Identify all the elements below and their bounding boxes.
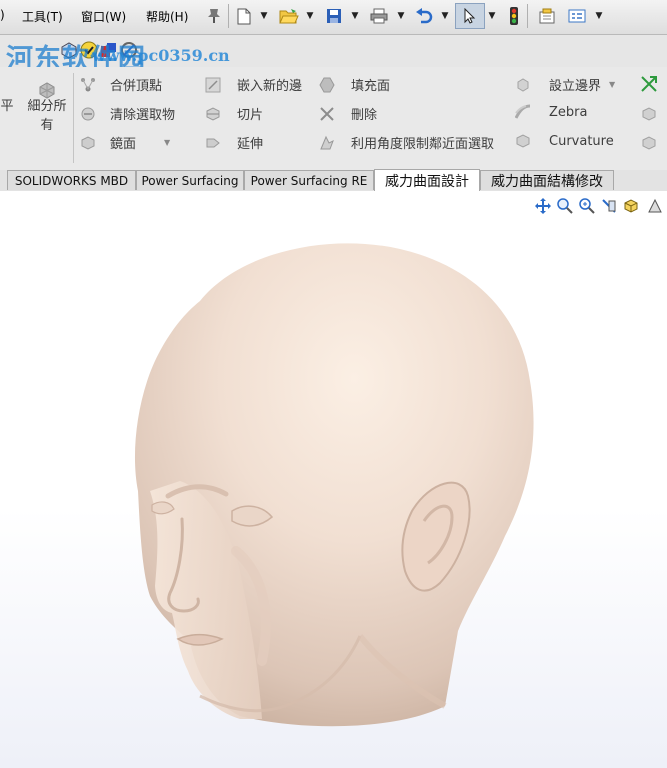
- menu-tools[interactable]: 工具(T): [22, 8, 63, 25]
- pin-icon[interactable]: [204, 5, 224, 27]
- open-dropdown-icon[interactable]: ▼: [305, 5, 315, 27]
- print-icon[interactable]: [368, 5, 390, 27]
- options-dropdown-icon[interactable]: ▼: [594, 5, 604, 27]
- set-boundary-button[interactable]: 設立邊界 ▼: [515, 75, 615, 94]
- curvature-icon: [515, 133, 531, 149]
- ribbon-extra-icon-2[interactable]: [642, 135, 656, 154]
- mirror-button[interactable]: 鏡面 ▼: [80, 133, 170, 152]
- command-manager-ribbon: 平 細分所有 合併頂點 清除選取物 鏡面 ▼ 嵌入新的邊 切片 延伸 填充面 刪…: [0, 67, 667, 170]
- clear-selection-button[interactable]: 清除選取物: [80, 104, 175, 123]
- watermark-url: www.pc0359.cn: [92, 46, 230, 65]
- rebuild-traffic-light-icon[interactable]: [505, 5, 523, 27]
- tab-power-surfacing-re[interactable]: Power Surfacing RE: [244, 170, 374, 190]
- mirror-icon: [80, 135, 96, 151]
- select-cursor-icon[interactable]: [455, 3, 485, 29]
- toolbar-separator: [527, 4, 528, 28]
- insert-edge-icon: [205, 77, 221, 93]
- save-dropdown-icon[interactable]: ▼: [350, 5, 360, 27]
- select-dropdown-icon[interactable]: ▼: [487, 5, 497, 27]
- head-model[interactable]: [0, 191, 667, 768]
- save-icon[interactable]: [324, 5, 344, 27]
- print-dropdown-icon[interactable]: ▼: [396, 5, 406, 27]
- menu-item-partial[interactable]: ): [0, 8, 5, 22]
- curvature-button[interactable]: Curvature: [515, 133, 614, 149]
- slice-label: 切片: [237, 108, 264, 123]
- merge-vertices-label: 合併頂點: [110, 79, 163, 94]
- ribbon-separator: [73, 73, 74, 163]
- command-manager-tabs: SOLIDWORKS MBD Power Surfacing Power Sur…: [0, 169, 667, 192]
- extend-icon: [205, 135, 221, 151]
- tab-solidworks-mbd[interactable]: SOLIDWORKS MBD: [7, 170, 136, 190]
- new-document-icon[interactable]: [234, 5, 254, 27]
- ribbon-extra-icon-1[interactable]: [642, 106, 656, 125]
- ribbon-partial-label[interactable]: 平: [0, 97, 14, 116]
- mirror-label: 鏡面: [110, 137, 137, 152]
- file-properties-icon[interactable]: [536, 5, 558, 27]
- fill-face-icon: [319, 77, 335, 93]
- subdivide-all-button[interactable]: 細分所有: [24, 97, 70, 135]
- set-boundary-label: 設立邊界: [549, 79, 602, 94]
- delete-label: 刪除: [351, 108, 378, 123]
- slice-icon: [205, 106, 221, 122]
- angle-select-button[interactable]: 利用角度限制鄰近面選取: [319, 133, 494, 152]
- merge-vertices-icon: [80, 77, 96, 93]
- insert-new-edge-button[interactable]: 嵌入新的邊: [205, 75, 302, 94]
- menu-window[interactable]: 窗口(W): [81, 8, 126, 25]
- clear-selection-icon: [80, 106, 96, 122]
- angle-select-label: 利用角度限制鄰近面選取: [351, 137, 495, 152]
- zebra-button[interactable]: Zebra: [515, 104, 587, 120]
- menu-help[interactable]: 帮助(H): [146, 8, 188, 25]
- menu-bar: ) 工具(T) 窗口(W) 帮助(H) ▼ ▼ ▼ ▼ ▼ ▼ ▼: [0, 0, 667, 35]
- insert-new-edge-label: 嵌入新的邊: [237, 79, 303, 94]
- delete-button[interactable]: 刪除: [319, 104, 377, 123]
- extend-button[interactable]: 延伸: [205, 133, 263, 152]
- slice-button[interactable]: 切片: [205, 104, 263, 123]
- green-arrows-icon[interactable]: [640, 75, 658, 97]
- tab-power-surfacing[interactable]: Power Surfacing: [136, 170, 244, 190]
- clear-selection-label: 清除選取物: [110, 108, 176, 123]
- undo-dropdown-icon[interactable]: ▼: [440, 5, 450, 27]
- extend-label: 延伸: [237, 137, 264, 152]
- tab-power-surface-structure-edit[interactable]: 威力曲面結構修改: [480, 170, 614, 190]
- fill-face-button[interactable]: 填充面: [319, 75, 390, 94]
- new-dropdown-icon[interactable]: ▼: [259, 5, 269, 27]
- curvature-label: Curvature: [549, 133, 614, 149]
- zebra-stripes-icon: [515, 104, 531, 120]
- delete-x-icon: [319, 106, 335, 122]
- mirror-dropdown-icon[interactable]: ▼: [164, 138, 170, 147]
- graphics-viewport[interactable]: [0, 191, 667, 768]
- merge-vertices-button[interactable]: 合併頂點: [80, 75, 162, 94]
- tab-power-surface-design[interactable]: 威力曲面設計: [374, 169, 480, 191]
- set-boundary-icon: [515, 77, 531, 93]
- zebra-label: Zebra: [549, 104, 588, 120]
- set-boundary-dropdown-icon[interactable]: ▼: [609, 80, 615, 89]
- toolbar-separator: [228, 4, 229, 28]
- open-folder-icon[interactable]: [278, 5, 300, 27]
- options-icon[interactable]: [566, 5, 588, 27]
- fill-face-label: 填充面: [351, 79, 391, 94]
- angle-select-icon: [319, 135, 335, 151]
- undo-icon[interactable]: [413, 5, 435, 27]
